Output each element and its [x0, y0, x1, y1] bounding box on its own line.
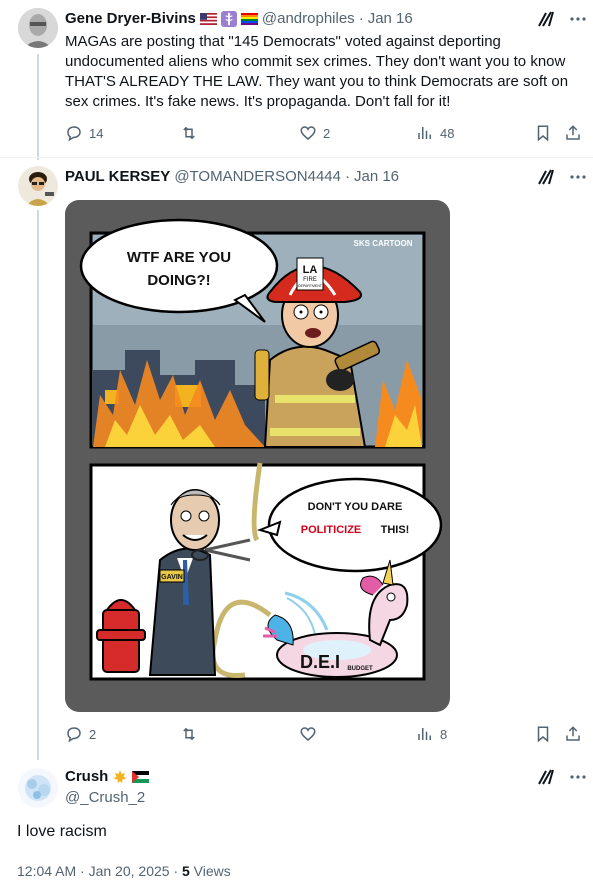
- bubble1-line2: DOING?!: [147, 272, 210, 289]
- separator-dot: ·: [344, 168, 350, 185]
- bookmark-button[interactable]: [534, 724, 552, 744]
- author-name[interactable]: Crush: [65, 768, 108, 785]
- bubble2-end-word: THIS!: [381, 524, 410, 536]
- share-icon: [566, 726, 580, 741]
- reply-count: 2: [89, 726, 97, 742]
- share-button[interactable]: [564, 724, 582, 744]
- reply-icon: [67, 727, 81, 743]
- avatar[interactable]: [18, 8, 58, 48]
- views-icon: [418, 728, 431, 740]
- tweet-crush[interactable]: Crush @_Crush_2 I love racism 12:04 AM ·…: [0, 760, 593, 891]
- reply-button[interactable]: 14: [65, 123, 103, 143]
- helmet-text-fire: FIRE: [303, 277, 317, 283]
- bookmark-icon: [537, 726, 549, 743]
- views-button[interactable]: 48: [416, 123, 454, 143]
- comic-panel-bottom: GAVIN DON'T YOU DARE POLITICIZE THIS! D.…: [89, 462, 443, 681]
- float-subtext: BUDGET: [347, 666, 373, 672]
- more-icon[interactable]: [569, 10, 587, 28]
- avatar[interactable]: [18, 166, 58, 206]
- tweet-date[interactable]: Jan 16: [368, 10, 413, 27]
- separator-dot: ·: [358, 10, 364, 27]
- reply-button[interactable]: 2: [65, 724, 96, 744]
- tweet-meta: 12:04 AM · Jan 20, 2025 · 5 Views: [17, 863, 231, 879]
- author-name[interactable]: PAUL KERSEY: [65, 168, 170, 185]
- like-button[interactable]: [299, 724, 317, 744]
- name-tag-text: GAVIN: [161, 574, 183, 581]
- maple-leaf-icon: [113, 769, 128, 783]
- views-count: 8: [440, 726, 448, 742]
- comic-image[interactable]: WTF ARE YOU DOING?! SKS CARTOON LA FIRE …: [65, 200, 450, 712]
- rainbow-flag-icon: [240, 12, 258, 25]
- author-name[interactable]: Gene Dryer-Bivins: [65, 10, 196, 27]
- medical-symbol-icon: [220, 10, 237, 27]
- bubble2-line1: DON'T YOU DARE: [308, 501, 403, 513]
- repost-button[interactable]: [180, 724, 198, 744]
- tweet-paul[interactable]: PAUL KERSEY @TOMANDERSON4444 · Jan 16 WT…: [0, 158, 593, 758]
- views-count: 5: [182, 863, 190, 879]
- more-icon[interactable]: [569, 768, 587, 786]
- bookmark-button[interactable]: [534, 123, 552, 143]
- tweet-date[interactable]: Jan 16: [354, 168, 399, 185]
- grok-icon[interactable]: [537, 10, 555, 28]
- helmet-text-la: LA: [303, 264, 318, 276]
- tweet-text: I love racism: [17, 823, 107, 840]
- bookmark-icon: [537, 125, 549, 142]
- avatar[interactable]: [18, 768, 58, 808]
- palestine-flag-icon: [132, 770, 150, 783]
- author-handle[interactable]: @TOMANDERSON4444: [174, 168, 341, 185]
- views-icon: [418, 127, 431, 139]
- views-label: Views: [189, 863, 231, 879]
- views-button[interactable]: 8: [416, 724, 447, 744]
- repost-button[interactable]: [180, 123, 198, 143]
- float-text: D.E.I: [300, 652, 340, 672]
- heart-icon: [300, 126, 316, 140]
- like-button[interactable]: 2: [299, 123, 330, 143]
- bubble2-red-word: POLITICIZE: [301, 524, 362, 536]
- like-count: 2: [323, 125, 331, 141]
- grok-icon[interactable]: [537, 768, 555, 786]
- tweet-timestamp[interactable]: 12:04 AM · Jan 20, 2025 ·: [17, 863, 182, 879]
- comic-panel-top: WTF ARE YOU DOING?! SKS CARTOON LA FIRE …: [79, 218, 426, 449]
- bubble1-line1: WTF ARE YOU: [127, 249, 231, 266]
- tweet-text: MAGAs are posting that "145 Democrats" v…: [65, 33, 569, 110]
- share-icon: [566, 125, 580, 140]
- more-icon[interactable]: [569, 168, 587, 186]
- watermark: SKS CARTOON: [354, 239, 413, 248]
- author-handle[interactable]: @androphiles: [262, 10, 355, 27]
- us-flag-icon: [199, 12, 217, 25]
- views-count: 48: [440, 125, 455, 141]
- reply-icon: [67, 126, 81, 142]
- heart-icon: [300, 727, 316, 741]
- author-handle[interactable]: @_Crush_2: [65, 789, 145, 806]
- reply-count: 14: [89, 125, 104, 141]
- repost-icon: [183, 126, 195, 140]
- share-button[interactable]: [564, 123, 582, 143]
- grok-icon[interactable]: [537, 168, 555, 186]
- helmet-text-department: DEPARTMENT: [298, 284, 323, 288]
- tweet-gene[interactable]: Gene Dryer-Bivins @androphiles · Jan 16 …: [0, 0, 593, 158]
- repost-icon: [183, 727, 195, 741]
